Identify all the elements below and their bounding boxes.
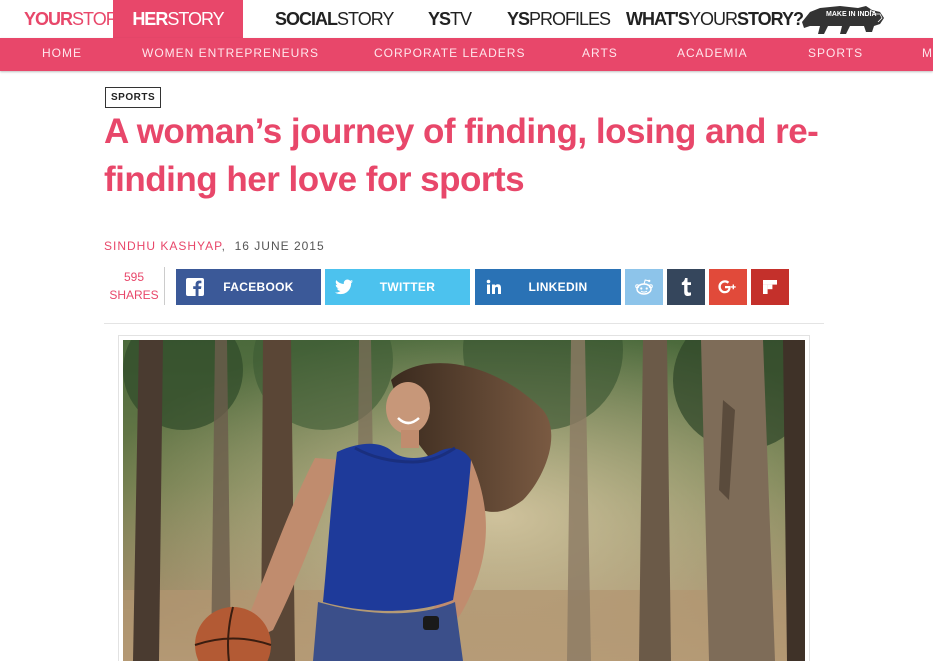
brand-herstory-link[interactable]: HERSTORY	[113, 0, 243, 38]
publish-date: 16 JUNE 2015	[234, 239, 325, 253]
brand-whats-part3: STORY?	[736, 9, 804, 29]
author-link[interactable]: SINDHU KASHYAP	[104, 239, 222, 253]
brand-ysprofiles-link[interactable]: YSPROFILES	[507, 0, 611, 38]
twitter-share-label: TWITTER	[379, 280, 436, 294]
brand-whats-part1: WHAT'S	[626, 9, 690, 29]
reddit-icon	[635, 279, 653, 295]
nav-women-entrepreneurs[interactable]: WOMEN ENTREPRENEURS	[142, 38, 319, 71]
brand-ysprofiles-part2: PROFILES	[529, 9, 611, 29]
nav-academia[interactable]: ACADEMIA	[677, 38, 748, 71]
hero-image	[123, 340, 805, 661]
share-bar-divider	[104, 323, 824, 324]
reddit-share-button[interactable]	[625, 269, 663, 305]
nav-corporate-leaders[interactable]: CORPORATE LEADERS	[374, 38, 525, 71]
article-title: A woman’s journey of finding, losing and…	[104, 112, 819, 199]
share-count-number: 595	[123, 270, 145, 284]
make-in-india-label: MAKE IN INDIA	[826, 11, 877, 18]
facebook-share-button[interactable]: FACEBOOK	[176, 269, 321, 305]
google-plus-icon	[718, 280, 736, 294]
brand-ystv-part1: YS	[428, 9, 451, 29]
share-count-label: SHARES	[109, 288, 159, 302]
byline: SINDHU KASHYAP, 16 JUNE 2015	[104, 239, 325, 253]
brand-ysprofiles-part1: YS	[507, 9, 530, 29]
hero-photo-illustration	[123, 340, 805, 661]
flipboard-icon	[763, 280, 777, 294]
make-in-india-lion-logo[interactable]	[800, 2, 886, 36]
flipboard-share-button[interactable]	[751, 269, 789, 305]
brand-ystv-link[interactable]: YSTV	[428, 0, 472, 38]
brand-herstory-part1: HER	[132, 9, 168, 29]
brand-socialstory-part2: STORY	[337, 9, 394, 29]
linkedin-share-label: LINKEDIN	[528, 280, 588, 294]
category-tag[interactable]: SPORTS	[105, 87, 162, 108]
brand-socialstory-part1: SOCIAL	[275, 9, 338, 29]
google-plus-share-button[interactable]	[709, 269, 747, 305]
tumblr-icon	[681, 278, 691, 296]
nav-sports[interactable]: SPORTS	[808, 38, 863, 71]
nav-arts[interactable]: ARTS	[582, 38, 618, 71]
brand-herstory-part2: STORY	[167, 9, 224, 29]
nav-home[interactable]: HOME	[42, 38, 82, 71]
brand-whatsyourstory-link[interactable]: WHAT'SYOURSTORY?	[626, 0, 804, 38]
byline-separator: ,	[221, 239, 226, 253]
brand-whats-part2: YOUR	[688, 9, 738, 29]
share-divider	[164, 267, 165, 305]
section-nav: HOME WOMEN ENTREPRENEURS CORPORATE LEADE…	[0, 38, 933, 71]
brand-ystv-part2: TV	[450, 9, 472, 29]
share-count: 595 SHARES	[104, 268, 164, 304]
brand-yourstory-part1: YOUR	[24, 9, 73, 29]
tumblr-share-button[interactable]	[667, 269, 705, 305]
facebook-share-label: FACEBOOK	[223, 280, 294, 294]
brand-bar: YOURSTORY HERSTORY SOCIALSTORY YSTV YSPR…	[0, 0, 933, 38]
twitter-share-button[interactable]: TWITTER	[325, 269, 470, 305]
nav-more-truncated[interactable]: M	[922, 38, 933, 71]
linkedin-share-button[interactable]: LINKEDIN	[475, 269, 621, 305]
brand-socialstory-link[interactable]: SOCIALSTORY	[275, 0, 394, 38]
